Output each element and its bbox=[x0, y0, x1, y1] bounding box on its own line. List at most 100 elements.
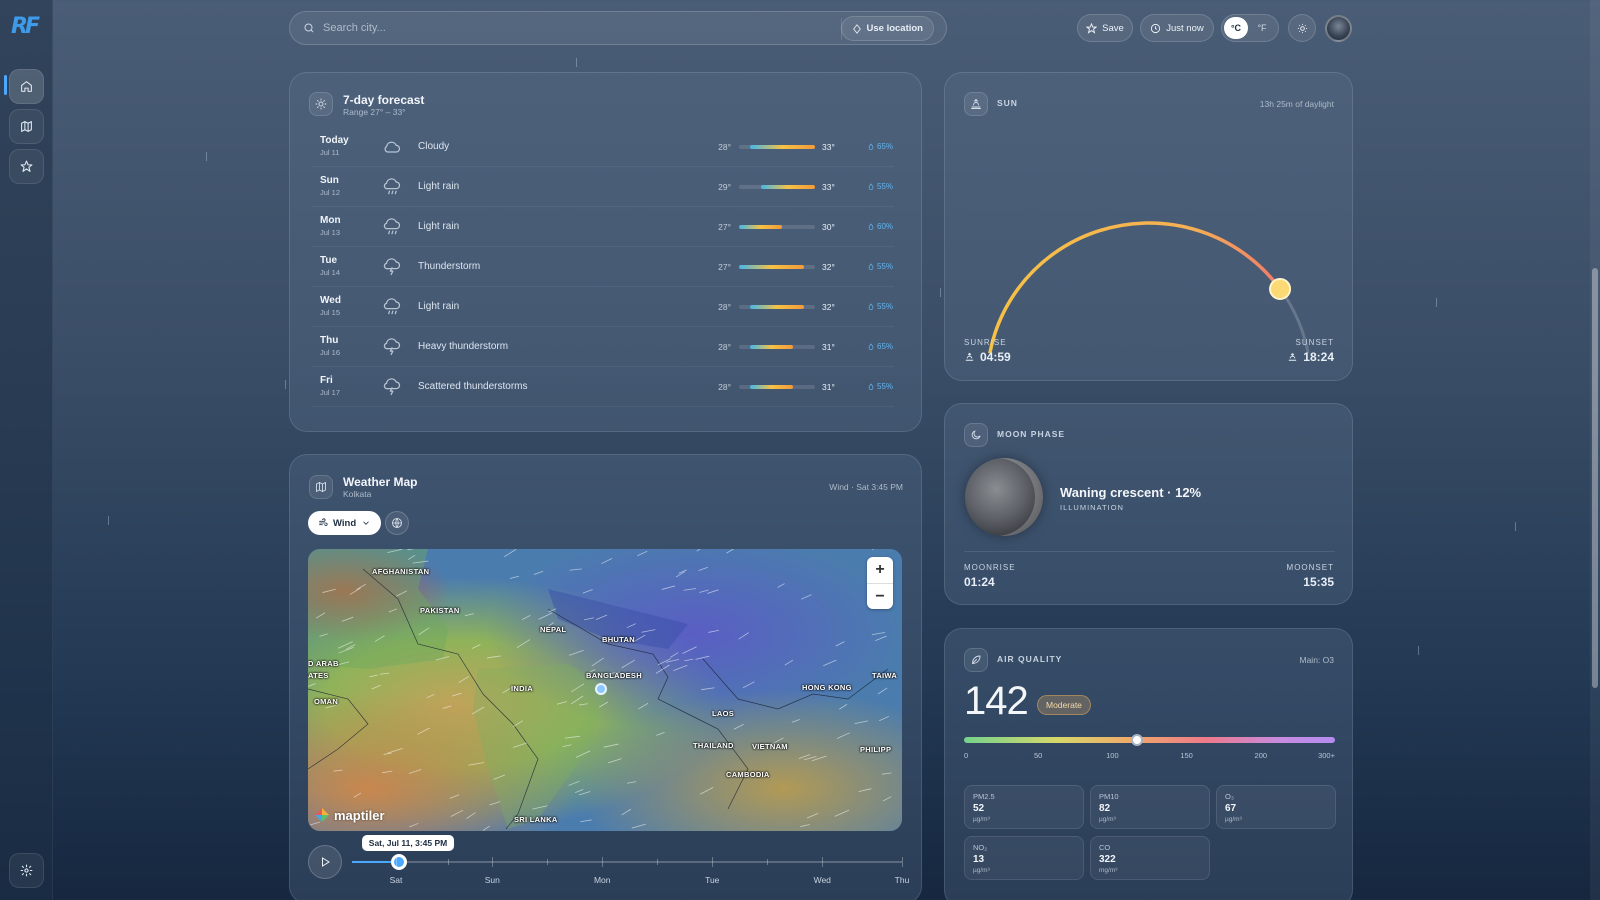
sun-icon bbox=[1297, 23, 1307, 33]
forecast-row[interactable]: Thu Jul 16 Heavy thunderstorm 28° 31° 65% bbox=[312, 327, 894, 367]
sunrise-icon bbox=[965, 352, 974, 361]
daylight-duration: 13h 25m of daylight bbox=[1259, 99, 1334, 109]
forecast-condition: Light rain bbox=[418, 301, 460, 312]
forecast-condition: Light rain bbox=[418, 221, 460, 232]
theme-toggle-button[interactable] bbox=[1288, 14, 1316, 42]
forecast-temp-bar bbox=[739, 345, 815, 349]
timeline-thumb[interactable] bbox=[390, 854, 407, 870]
forecast-date: Jul 11 bbox=[320, 148, 340, 157]
forecast-high: 31° bbox=[822, 342, 835, 352]
forecast-row[interactable]: Sun Jul 12 Light rain 29° 33° 55% bbox=[312, 167, 894, 207]
timeline-day-label: Wed bbox=[813, 875, 831, 885]
droplet-icon bbox=[868, 222, 874, 230]
forecast-date: Jul 15 bbox=[320, 308, 341, 317]
pollutant-tile: NO₂ 13 µg/m³ bbox=[964, 836, 1084, 880]
pollutant-tile: PM10 82 µg/m³ bbox=[1090, 785, 1210, 829]
map-icon bbox=[21, 121, 32, 132]
timeline-track[interactable]: Sat, Jul 11, 3:45 PM Sat Sun Mon Tue Wed Thu bbox=[352, 835, 909, 885]
sun-arc bbox=[988, 221, 1310, 353]
forecast-high: 33° bbox=[822, 182, 835, 192]
timeline-minor-tick bbox=[448, 859, 450, 865]
forecast-condition: Scattered thunderstorms bbox=[418, 381, 528, 392]
droplet-icon bbox=[868, 342, 874, 350]
refresh-button[interactable]: Just now bbox=[1140, 14, 1214, 42]
page-scrollbar-thumb[interactable] bbox=[1592, 268, 1598, 688]
forecast-date: Jul 17 bbox=[320, 388, 341, 397]
map-label: AFGHANISTAN bbox=[372, 567, 430, 576]
zoom-in-button[interactable]: + bbox=[867, 557, 893, 583]
location-icon bbox=[852, 23, 861, 34]
sunset-icon bbox=[1289, 352, 1297, 361]
droplet-icon bbox=[868, 302, 874, 310]
nav-map-button[interactable] bbox=[9, 109, 44, 144]
weather-map[interactable]: AFGHANISTAN PAKISTAN NEPAL BHUTAN BANGLADESH… bbox=[308, 549, 902, 831]
unit-fahrenheit-button[interactable]: °F bbox=[1250, 17, 1274, 39]
map-icon bbox=[316, 482, 326, 492]
unit-celsius-button[interactable]: °C bbox=[1224, 17, 1248, 39]
nav-favorites-button[interactable] bbox=[9, 149, 44, 184]
moon-icon bbox=[971, 430, 981, 440]
forecast-low: 27° bbox=[718, 222, 731, 232]
map-label: CAMBODIA bbox=[726, 770, 770, 779]
aqi-scale-label: 150 bbox=[1180, 751, 1193, 760]
forecast-day: Mon bbox=[320, 215, 341, 226]
moonrise-time: 01:24 bbox=[964, 575, 995, 589]
nav-settings-button[interactable] bbox=[9, 853, 44, 888]
maptiler-attribution[interactable]: maptiler bbox=[314, 807, 385, 823]
star-icon bbox=[20, 160, 33, 172]
forecast-day: Thu bbox=[320, 335, 339, 346]
save-button[interactable]: Save bbox=[1077, 14, 1133, 42]
forecast-row[interactable]: Today Jul 11 Cloudy 28° 33° 65% bbox=[312, 127, 894, 167]
rain-icon bbox=[382, 297, 402, 317]
forecast-temp-range bbox=[760, 185, 815, 189]
forecast-row[interactable]: Fri Jul 17 Scattered thunderstorms 28° 31° 55… bbox=[312, 367, 894, 407]
forecast-date: Jul 16 bbox=[320, 348, 341, 357]
search-icon bbox=[304, 23, 314, 33]
pollutant-unit: µg/m³ bbox=[973, 867, 990, 874]
map-label: D ARAB bbox=[308, 659, 339, 668]
pollutant-name: PM2.5 bbox=[973, 792, 995, 801]
forecast-precip-value: 55% bbox=[877, 382, 894, 391]
forecast-precip-value: 55% bbox=[877, 302, 894, 311]
forecast-temp-bar bbox=[739, 265, 815, 269]
thunderstorm-icon bbox=[382, 337, 402, 357]
pollutant-value: 322 bbox=[1099, 854, 1116, 865]
sun-card: SUN 13h 25m of daylight SUNRISE 04:59 SU… bbox=[944, 72, 1353, 381]
forecast-row[interactable]: Wed Jul 15 Light rain 28° 32° 55% bbox=[312, 287, 894, 327]
forecast-row[interactable]: Tue Jul 14 Thunderstorm 27° 32° 55% bbox=[312, 247, 894, 287]
cloud-icon bbox=[382, 137, 402, 157]
pollutant-unit: µg/m³ bbox=[1225, 816, 1242, 823]
use-location-button[interactable]: Use location bbox=[840, 16, 934, 41]
location-marker[interactable] bbox=[595, 683, 607, 695]
map-label: NEPAL bbox=[540, 625, 567, 634]
play-button[interactable] bbox=[308, 845, 342, 879]
search-input[interactable] bbox=[323, 22, 823, 34]
chevron-down-icon bbox=[363, 521, 369, 525]
pollutant-value: 52 bbox=[973, 803, 985, 814]
pollutant-unit: µg/m³ bbox=[973, 816, 990, 823]
forecast-precip-value: 65% bbox=[877, 142, 894, 151]
page-scrollbar[interactable] bbox=[1590, 0, 1600, 900]
zoom-out-button[interactable]: − bbox=[867, 583, 893, 609]
search-bar: Use location bbox=[289, 11, 947, 45]
droplet-icon bbox=[868, 262, 874, 270]
air-quality-icon-box bbox=[964, 648, 988, 672]
forecast-low: 28° bbox=[718, 382, 731, 392]
timeline-minor-tick bbox=[547, 859, 549, 865]
map-label: HONG KONG bbox=[802, 683, 852, 692]
sun-position-marker bbox=[1269, 277, 1292, 300]
app-logo[interactable]: RF bbox=[11, 14, 41, 40]
rain-icon bbox=[382, 217, 402, 237]
user-avatar[interactable] bbox=[1325, 15, 1352, 42]
layer-select-button[interactable]: Wind bbox=[308, 511, 382, 535]
forecast-row[interactable]: Mon Jul 13 Light rain 27° 30° 60% bbox=[312, 207, 894, 247]
timeline-minor-tick bbox=[657, 859, 659, 865]
maptiler-logo-icon bbox=[315, 808, 329, 822]
sunset-value-row: 18:24 bbox=[1287, 350, 1334, 364]
forecast-precip: 55% bbox=[867, 262, 893, 271]
nav-home-button[interactable] bbox=[9, 69, 44, 104]
pollutant-name: O₃ bbox=[1225, 792, 1234, 801]
map-label: BANGLADESH bbox=[586, 671, 642, 680]
globe-view-button[interactable] bbox=[385, 511, 409, 535]
timeline-day-label: Sun bbox=[484, 875, 500, 885]
